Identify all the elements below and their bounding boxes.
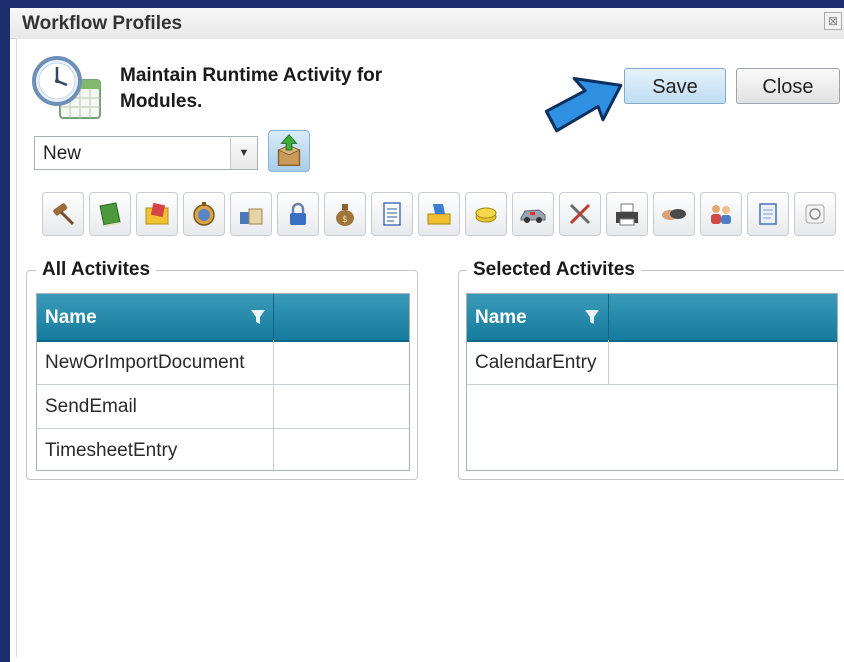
book-icon <box>99 202 121 227</box>
handshake-icon <box>662 209 686 220</box>
page-heading: Maintain Runtime Activity for Modules. <box>120 65 383 112</box>
column-separator <box>273 384 274 428</box>
column-separator <box>608 294 609 340</box>
profile-select[interactable]: New ▼ <box>34 136 258 170</box>
profile-select-value: New <box>43 143 82 164</box>
window-title: Workflow Profiles <box>22 13 183 34</box>
tool-gavel[interactable] <box>42 192 84 236</box>
tool-inbox[interactable] <box>418 192 460 236</box>
svg-text:$: $ <box>342 215 348 225</box>
tool-stopwatch[interactable] <box>183 192 225 236</box>
selected-activities-legend: Selected Activites <box>467 259 641 281</box>
column-separator <box>273 294 274 340</box>
folder-icon <box>145 202 169 225</box>
column-header-name[interactable]: Name <box>45 307 97 329</box>
window-titlebar: Workflow Profiles ⊠ <box>10 8 844 39</box>
tool-car[interactable] <box>512 192 554 236</box>
money-bag-icon: $ <box>336 204 354 226</box>
tool-folder[interactable] <box>136 192 178 236</box>
close-button[interactable]: Close <box>736 68 840 104</box>
column-separator <box>273 428 274 472</box>
tool-tools[interactable] <box>559 192 601 236</box>
add-profile-button[interactable] <box>268 130 310 172</box>
tools-icon <box>569 203 591 225</box>
coins-icon <box>475 207 497 223</box>
filter-icon[interactable] <box>249 307 267 327</box>
pointer-arrow-icon <box>544 76 623 133</box>
grid-header: Name <box>37 294 409 342</box>
table-row[interactable]: SendEmail <box>37 384 409 429</box>
tool-money-bag[interactable]: $ <box>324 192 366 236</box>
people-icon <box>711 205 731 224</box>
clock-calendar-icon <box>32 56 101 119</box>
tool-people[interactable] <box>700 192 742 236</box>
save-button[interactable]: Save <box>624 68 726 104</box>
all-activities-legend: All Activites <box>36 259 157 281</box>
table-row[interactable]: TimesheetEntry <box>37 428 409 472</box>
table-row[interactable]: CalendarEntry <box>467 340 837 385</box>
grid-header: Name <box>467 294 837 342</box>
scroll-icon <box>759 203 777 225</box>
box-arrow-up-icon <box>277 134 301 166</box>
inbox-icon <box>427 204 451 225</box>
tool-coins[interactable] <box>465 192 507 236</box>
activity-name-cell: NewOrImportDocument <box>45 352 245 373</box>
tool-printer-box[interactable] <box>230 192 272 236</box>
clock-badge-icon <box>805 204 825 224</box>
table-row[interactable]: NewOrImportDocument <box>37 340 409 385</box>
selected-activities-grid: Name CalendarEntry <box>466 293 838 471</box>
activity-name-cell: SendEmail <box>45 396 137 417</box>
lock-icon <box>290 202 306 225</box>
car-icon <box>520 209 546 223</box>
column-separator <box>273 340 274 384</box>
all-activities-grid: Name NewOrImportDocument SendEmail Times… <box>36 293 410 472</box>
filter-icon[interactable] <box>583 307 601 327</box>
column-separator <box>608 340 609 384</box>
printer-box-icon <box>240 208 263 225</box>
activity-name-cell: CalendarEntry <box>475 352 597 373</box>
tool-book[interactable] <box>89 192 131 236</box>
chevron-down-icon[interactable]: ▼ <box>230 137 257 169</box>
column-header-name[interactable]: Name <box>475 307 527 329</box>
window-close-icon[interactable]: ⊠ <box>824 12 842 30</box>
stopwatch-icon <box>193 202 215 226</box>
activity-name-cell: TimesheetEntry <box>45 440 178 461</box>
tool-handshake[interactable] <box>653 192 695 236</box>
printer-icon <box>616 203 638 226</box>
tool-printer[interactable] <box>606 192 648 236</box>
tool-clock-badge[interactable] <box>794 192 836 236</box>
document-icon <box>383 202 401 226</box>
gavel-icon <box>53 203 75 226</box>
tool-lock[interactable] <box>277 192 319 236</box>
tool-scroll[interactable] <box>747 192 789 236</box>
tool-document[interactable] <box>371 192 413 236</box>
